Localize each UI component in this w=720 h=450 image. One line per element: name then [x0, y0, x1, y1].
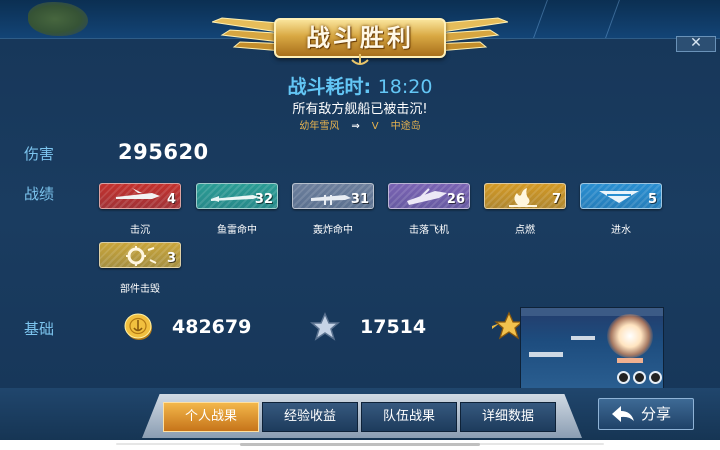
- victory-title: 战斗胜利: [306, 24, 414, 52]
- damage-value: 295620: [118, 140, 209, 164]
- plane-sunk-icon: [116, 188, 160, 199]
- victory-banner: 战斗胜利: [212, 6, 508, 65]
- island-terrain: [28, 2, 88, 36]
- badge-count: 26: [446, 192, 465, 207]
- thumbnail-hud-button: [617, 371, 630, 384]
- thumbnail-hud-bar: [521, 308, 663, 316]
- map-grid-line: [533, 0, 548, 38]
- badge-count: 7: [551, 192, 561, 207]
- gear-broken-icon: [126, 246, 157, 266]
- torpedo-icon: [211, 195, 259, 202]
- anchor-icon: [351, 54, 369, 65]
- thumbnail-ship: [529, 352, 563, 357]
- tab-2[interactable]: 经验收益: [262, 402, 358, 432]
- battle-time-value: 18:20: [377, 76, 433, 98]
- battle-time-label: 战斗耗时:: [287, 76, 378, 98]
- flood-icon: [599, 191, 639, 203]
- route-to: 中途岛: [390, 121, 421, 132]
- record-badge: 26: [388, 183, 470, 209]
- badge-label: 击落飞机: [409, 225, 449, 236]
- record-badge: 5: [580, 183, 662, 209]
- tab-1[interactable]: 个人战果: [163, 402, 259, 432]
- close-button[interactable]: ✕: [676, 36, 716, 52]
- route-from: 幼年雪风: [299, 121, 340, 132]
- map-grid-line: [605, 0, 620, 38]
- battle-replay-thumbnail[interactable]: [520, 307, 664, 389]
- badge-label: 轰炸命中: [313, 225, 353, 236]
- share-arrow-icon: [612, 406, 634, 422]
- record-badge: 4: [99, 183, 181, 209]
- experience-value: 17514: [360, 316, 427, 338]
- badge-label: 击沉: [130, 225, 150, 236]
- badge-label: 点燃: [515, 225, 535, 236]
- coin-value: 482679: [172, 316, 252, 338]
- damage-label: 伤害: [24, 145, 55, 163]
- fire-icon: [509, 188, 537, 207]
- badge-label: 鱼雷命中: [217, 225, 257, 236]
- badge-count: 4: [166, 192, 176, 207]
- tab-3[interactable]: 队伍战果: [361, 402, 457, 432]
- record-label: 战绩: [24, 185, 55, 203]
- share-label: 分享: [641, 405, 672, 423]
- badge-count: 31: [350, 192, 369, 207]
- badge-count: 3: [166, 251, 176, 266]
- thumbnail-hud-button: [649, 371, 662, 384]
- base-label: 基础: [24, 320, 55, 338]
- route-mode: V: [371, 121, 379, 132]
- route-arrow-icon: ⇒: [351, 121, 360, 132]
- plane-down-icon: [407, 188, 447, 205]
- badge-label: 部件击毁: [120, 284, 160, 295]
- share-button[interactable]: 分享: [598, 398, 694, 430]
- thumbnail-hud-button: [633, 371, 646, 384]
- thumbnail-ship: [617, 358, 643, 363]
- explosion-flash: [607, 314, 653, 358]
- home-indicator[interactable]: [240, 443, 480, 446]
- record-badge: 31: [292, 183, 374, 209]
- record-badge: 3: [99, 242, 181, 268]
- badge-count: 5: [647, 192, 657, 207]
- tab-4[interactable]: 详细数据: [460, 402, 556, 432]
- thumbnail-ship: [571, 336, 595, 340]
- battle-time: 战斗耗时: 18:20: [0, 72, 720, 99]
- coin-icon: [124, 313, 152, 340]
- experience-star-icon: [310, 312, 340, 341]
- badge-label: 进水: [611, 225, 631, 236]
- battle-route: 幼年雪风 ⇒ V 中途岛: [0, 117, 720, 132]
- badge-count: 32: [254, 192, 273, 207]
- record-badge: 32: [196, 183, 278, 209]
- battle-result-text: 所有敌方舰船已被击沉!: [292, 102, 428, 117]
- record-badge: 7: [484, 183, 566, 209]
- bomb-icon: [311, 195, 351, 205]
